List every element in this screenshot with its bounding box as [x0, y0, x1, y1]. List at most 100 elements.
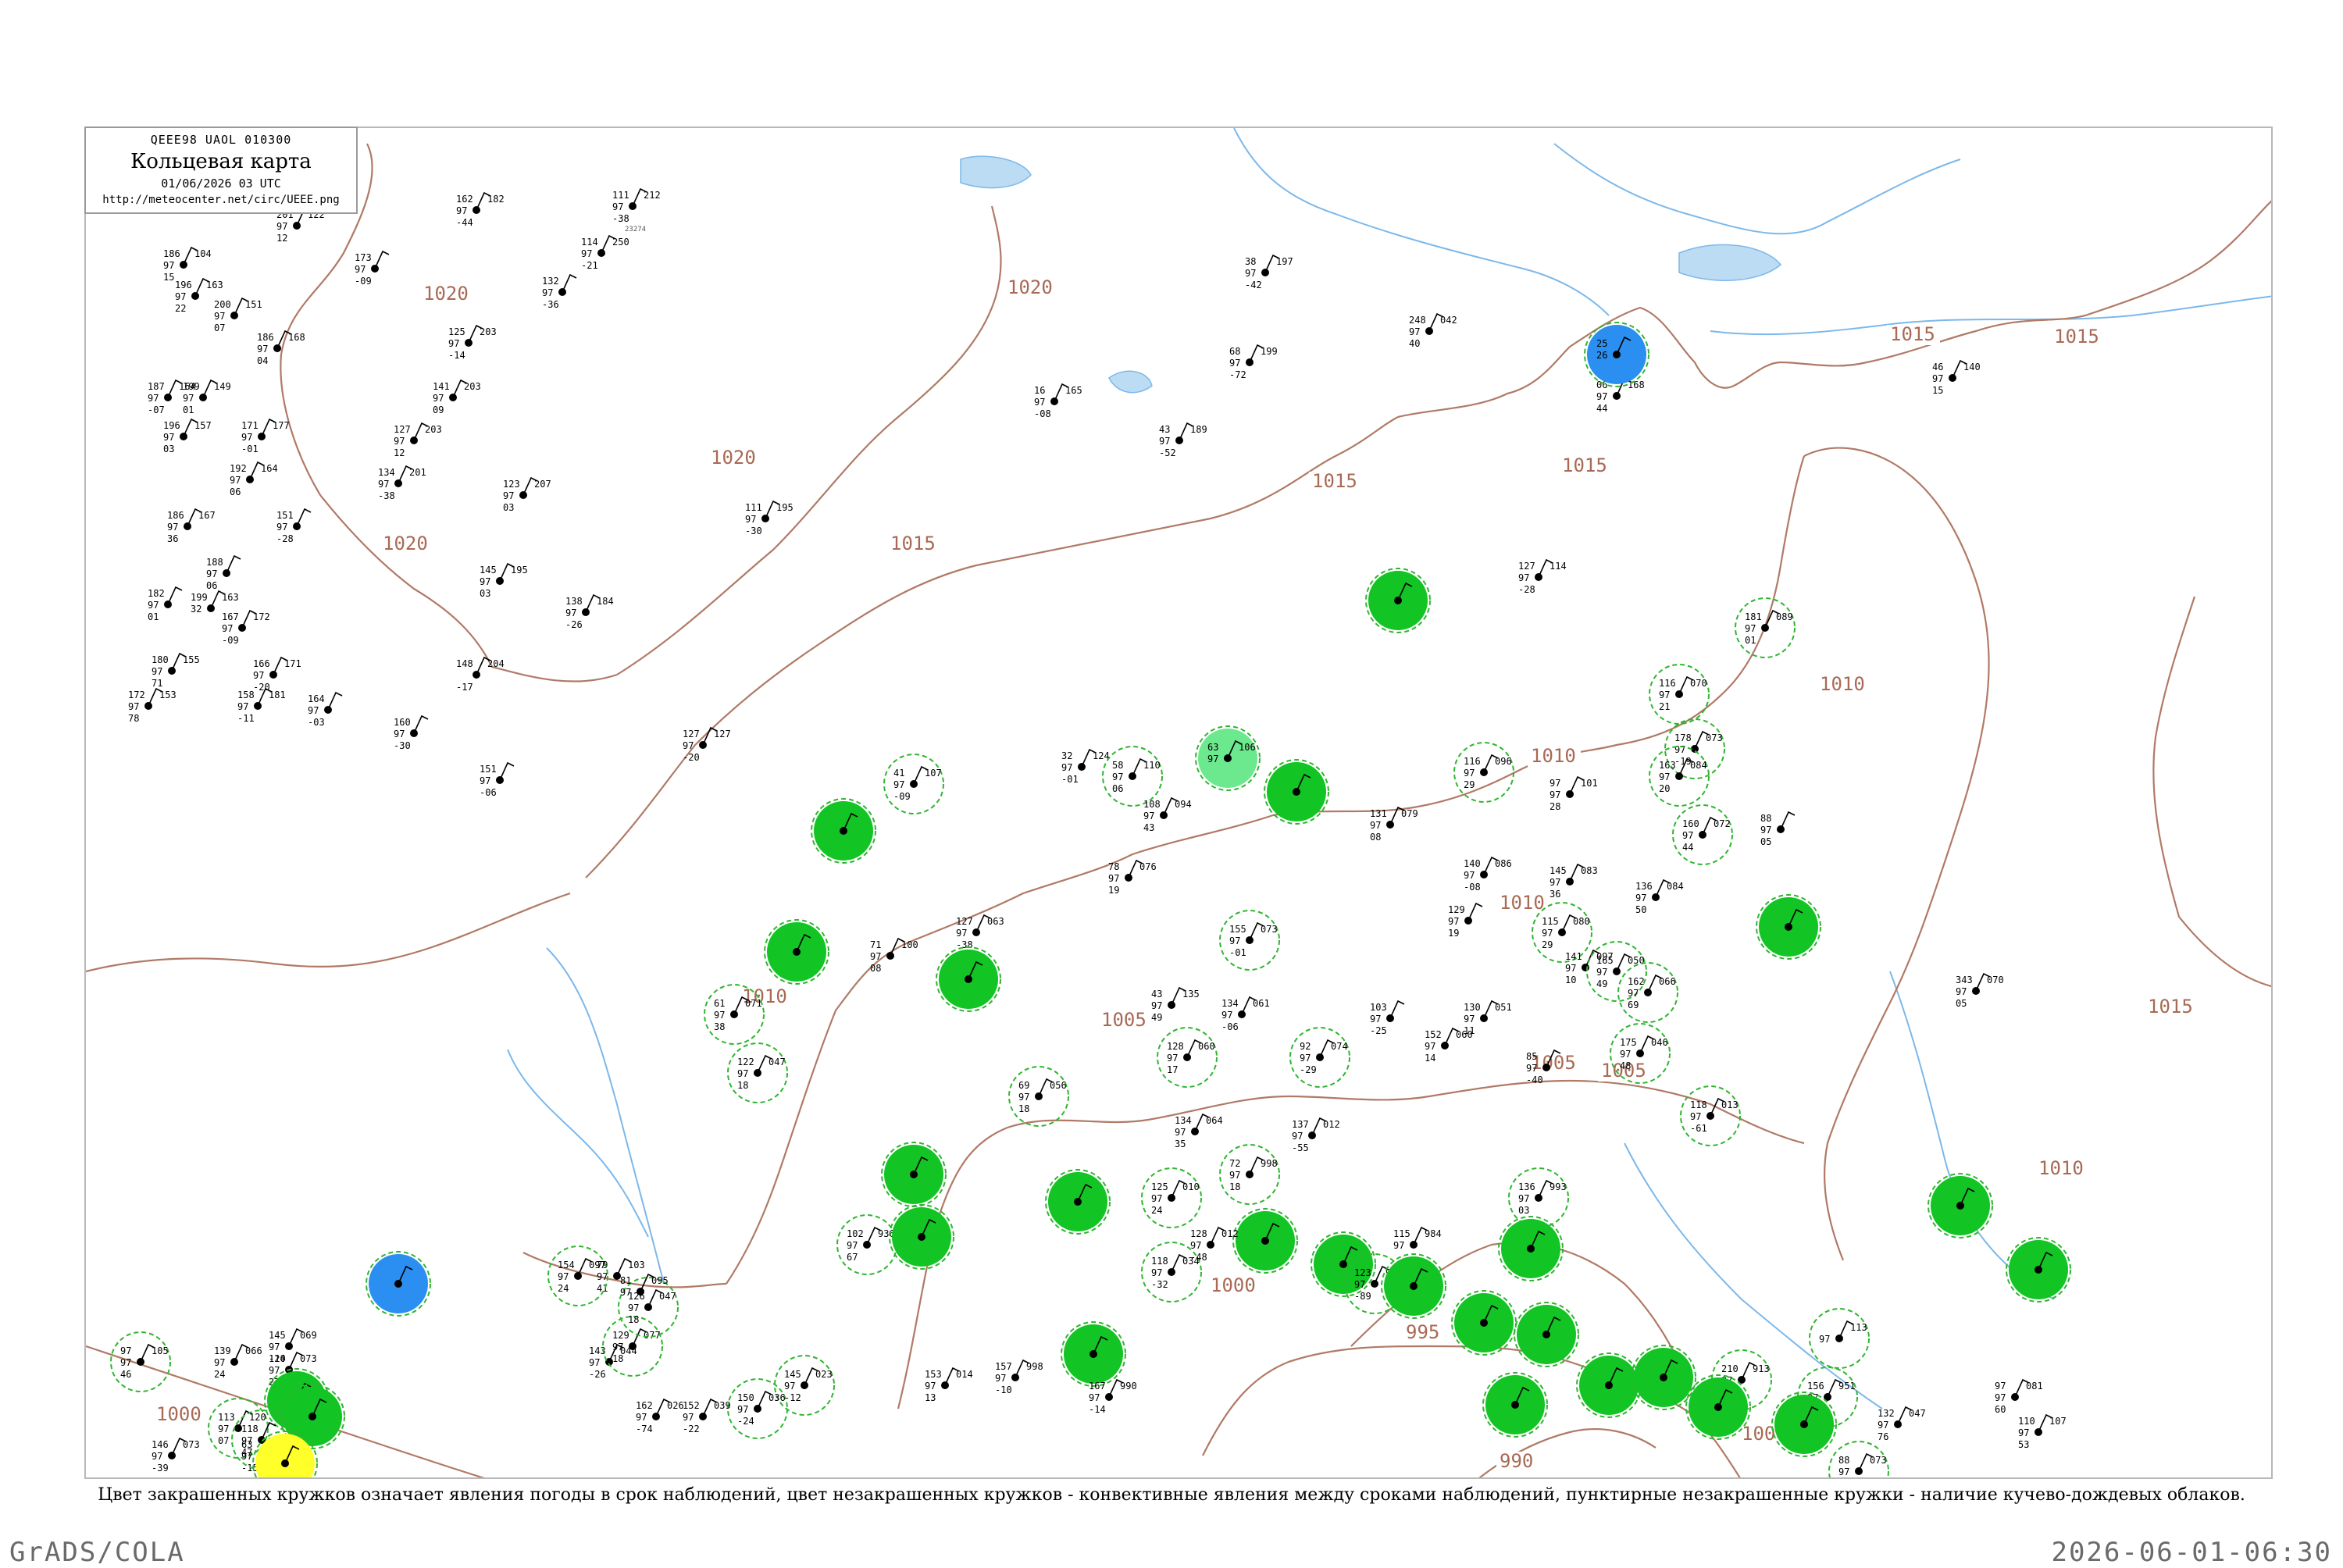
station-plot: 172 153 9778 [128, 687, 177, 724]
station-plot: 1889706 [206, 554, 241, 591]
isobar-1015-main [585, 200, 2271, 878]
station-temp: 172 [128, 690, 145, 700]
station-temp: 43 [1159, 424, 1170, 435]
station-visibility: 97 [558, 1271, 569, 1282]
station-pressure: 195 [511, 565, 528, 576]
station-temp: 167 [222, 611, 239, 622]
isobar-label: 1005 [1101, 1009, 1147, 1031]
station-temp: 153 [925, 1369, 942, 1380]
station-temp: 72 [1229, 1158, 1240, 1169]
title-url: http://meteocenter.net/circ/UEEE.png [102, 194, 340, 206]
station-dewpoint: -12 [784, 1392, 801, 1403]
station-plot: 16097-30 [394, 715, 429, 751]
station-dewpoint: -26 [589, 1369, 606, 1380]
station-dewpoint: 05 [1760, 836, 1771, 847]
station-dewpoint: 18 [1229, 1181, 1240, 1192]
station-visibility: 97 [1760, 825, 1771, 836]
station-temp: 123 [503, 479, 520, 490]
station-visibility: 97 [1221, 1010, 1232, 1021]
station-dewpoint: -28 [1518, 584, 1535, 595]
station-plot: 127 063 97-38 [956, 914, 1004, 950]
station-visibility: 97 [448, 338, 459, 349]
station-pressure: 177 [273, 420, 290, 431]
station-visibility: 97 [394, 436, 405, 447]
station-dewpoint: -72 [1229, 369, 1246, 380]
station-dewpoint: -29 [1300, 1064, 1317, 1075]
station-dewpoint: 24 [1151, 1205, 1162, 1216]
station-dewpoint: -38 [612, 213, 629, 224]
station-visibility: 97 [1659, 690, 1670, 700]
station-temp: 141 [1565, 951, 1582, 962]
station-visibility: 97 [152, 666, 162, 677]
station-visibility: 97 [1245, 268, 1256, 279]
station-temp: 160 [1682, 818, 1699, 829]
station-visibility: 97 [2018, 1427, 2029, 1438]
station-plot: 116 096 9729 [1453, 742, 1514, 803]
station-temp: 171 [241, 420, 259, 431]
station-dewpoint: 19 [1448, 928, 1459, 939]
station-dewpoint: 21 [1659, 701, 1670, 712]
isobar-label: 1015 [1562, 454, 1607, 476]
station-temp: 97 [1550, 778, 1560, 789]
station-pressure: 171 [284, 658, 301, 669]
station-pressure: 060 [1198, 1041, 1215, 1052]
station-pressure: 013 [1721, 1099, 1739, 1110]
station-plot: 111 195 97-30 [745, 500, 793, 536]
station-plot [881, 1142, 947, 1207]
station-visibility: 97 [1229, 935, 1240, 946]
station-pressure: 066 [245, 1345, 262, 1356]
isobar-1020-b [319, 494, 618, 682]
station-temp: 134 [378, 467, 395, 478]
station-pressure: 095 [651, 1275, 669, 1286]
station-visibility: 97 [737, 1068, 748, 1079]
station-pressure: 189 [1190, 424, 1207, 435]
station-dewpoint: 49 [1596, 978, 1607, 989]
station-temp: 111 [612, 190, 629, 201]
station-dewpoint: 78 [128, 713, 139, 724]
station-visibility: 97 [1819, 1334, 1830, 1345]
station-dewpoint: 24 [558, 1283, 569, 1294]
station-dewpoint: -09 [893, 791, 911, 802]
station-visibility: 97 [433, 393, 444, 404]
station-pressure: 039 [714, 1400, 731, 1411]
station-temp: 158 [237, 690, 255, 700]
station-visibility: 97 [1034, 397, 1045, 408]
station-dewpoint: -36 [542, 299, 559, 310]
station-plot [1482, 1372, 1548, 1438]
station-temp: 71 [870, 939, 881, 950]
station-dewpoint: 03 [1518, 1205, 1529, 1216]
station-plot: 138 184 97-26 [565, 593, 614, 630]
station-visibility: 97 [636, 1412, 647, 1423]
station-plot [1045, 1169, 1111, 1235]
station-temp: 61 [714, 998, 725, 1009]
station-temp: 68 [1229, 346, 1240, 357]
station-visibility: 97 [394, 729, 405, 739]
station-temp: 167 [1089, 1381, 1106, 1392]
station-pressure: 046 [1651, 1037, 1668, 1048]
station-plot: 116 070 9721 [1649, 664, 1710, 725]
station-dewpoint: 46 [120, 1369, 131, 1380]
station-pressure: 250 [612, 237, 629, 248]
station-dewpoint: -38 [956, 939, 973, 950]
station-pressure: 073 [1870, 1455, 1887, 1466]
station-visibility: 97 [1635, 893, 1646, 903]
station-dewpoint: 15 [1932, 385, 1943, 396]
station-pressure: 012 [1323, 1119, 1340, 1130]
station-pressure: 097 [589, 1260, 606, 1270]
station-temp: 181 [1745, 611, 1762, 622]
title-code: QEEE98 UAOL 010300 [150, 133, 292, 147]
footer-timestamp: 2026-06-01-06:30 [2051, 1537, 2332, 1568]
station-plot: 118 013 97-61 [1680, 1085, 1741, 1146]
lake-central [1108, 370, 1153, 394]
station-visibility: 97 [175, 291, 186, 302]
station-dewpoint: 48 [1620, 1060, 1631, 1071]
station-dewpoint: -21 [581, 260, 598, 271]
station-pressure: 026 [667, 1400, 684, 1411]
station-plot [889, 1204, 954, 1270]
station-visibility: 97 [1596, 391, 1607, 402]
station-visibility: 97 [1932, 373, 1943, 384]
station-visibility: 97 [148, 393, 159, 404]
station-temp: 186 [167, 510, 184, 521]
station-pressure: 036 [769, 1392, 786, 1403]
station-pressure: 197 [1276, 256, 1293, 267]
